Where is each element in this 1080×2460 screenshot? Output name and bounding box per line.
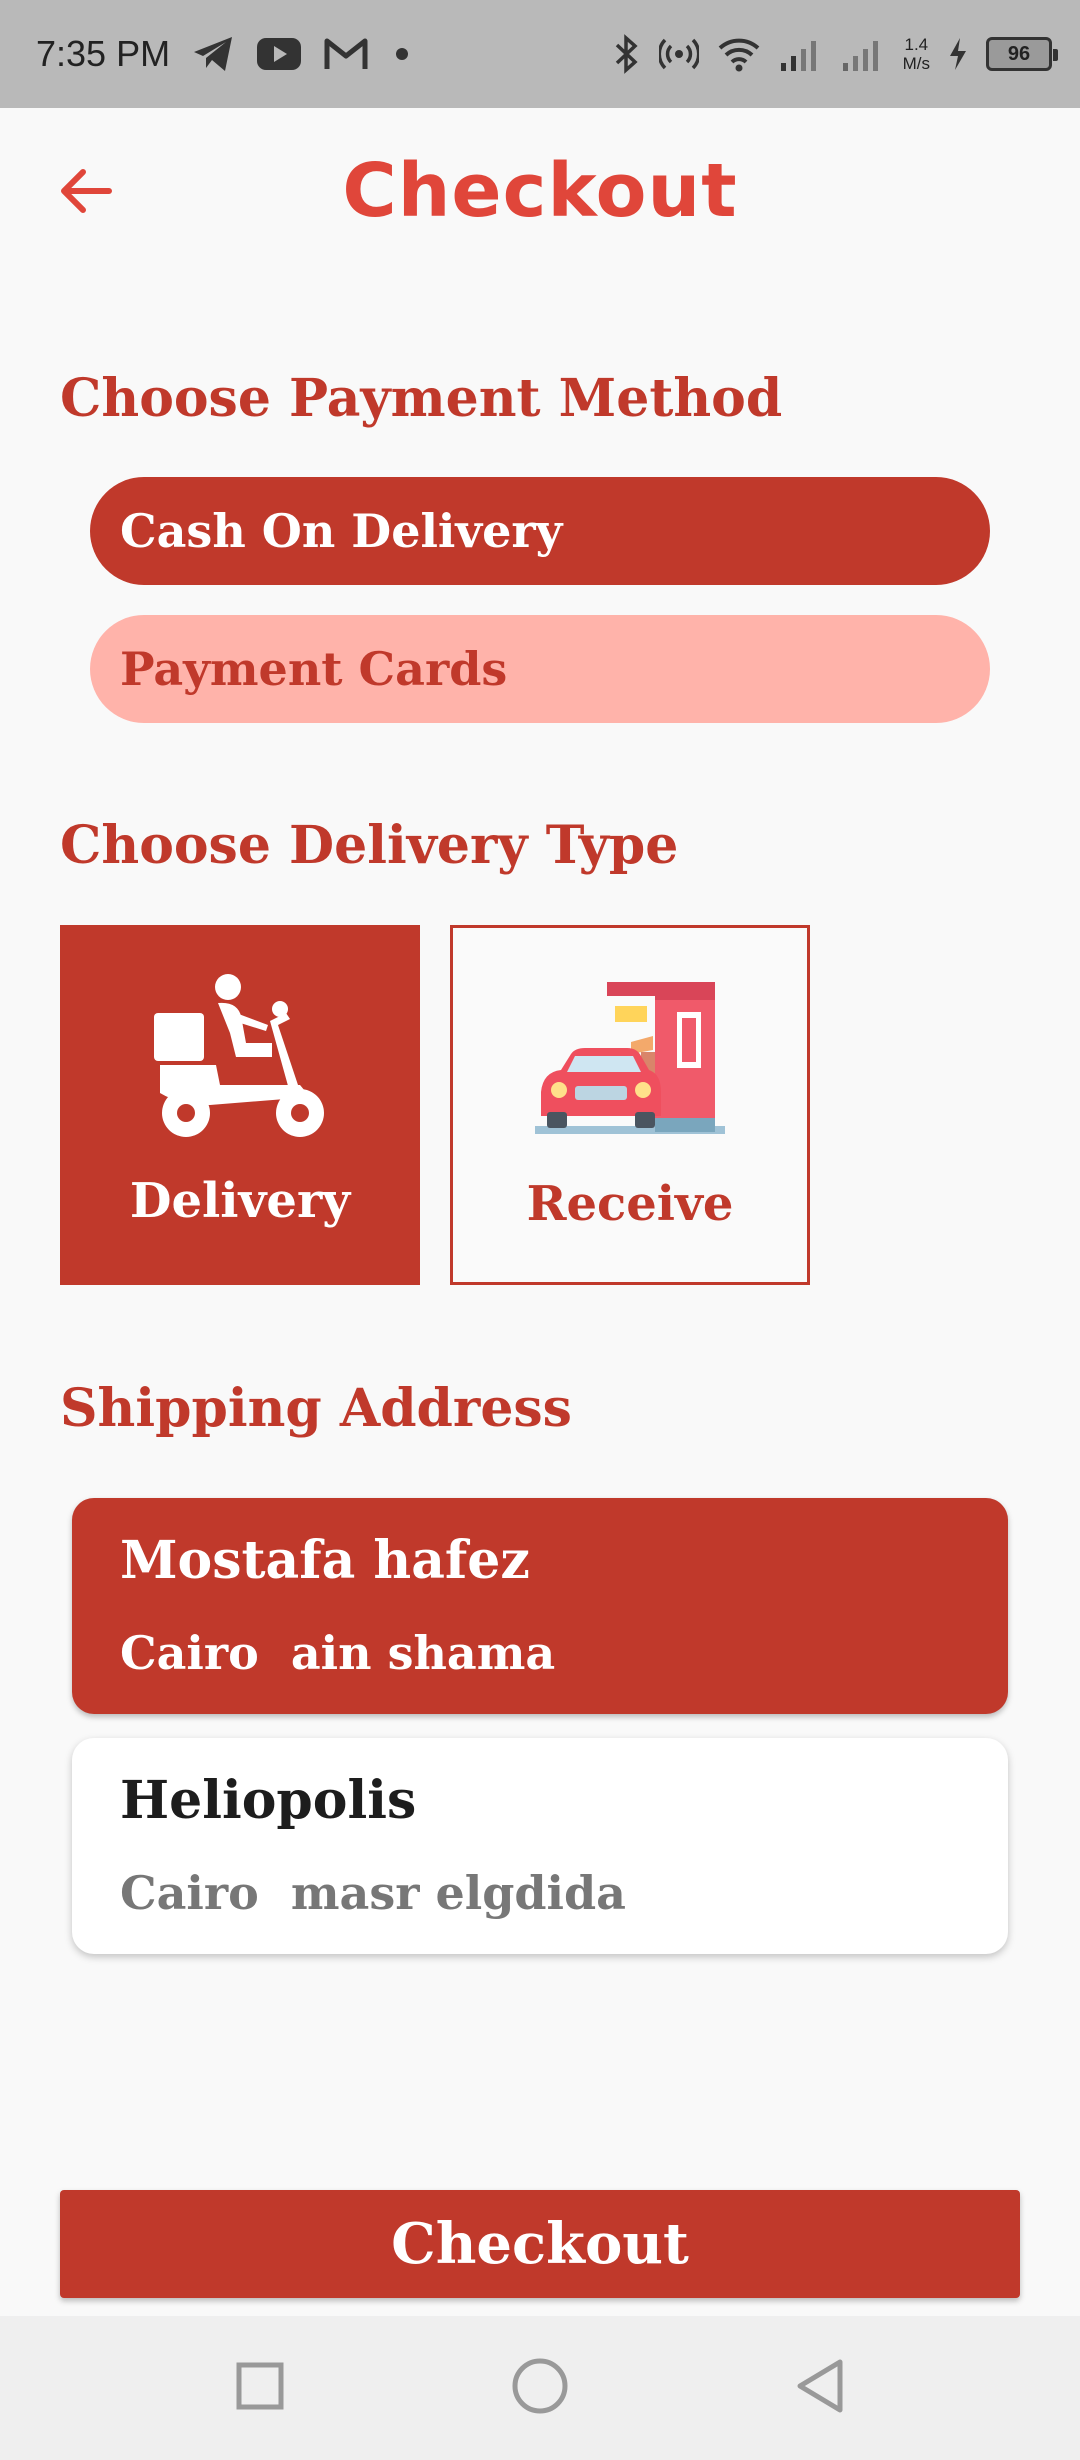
speed-unit: M/s [902,54,930,73]
gmail-icon [324,37,368,71]
battery-icon: 96 [986,37,1058,71]
address-line: Cairo ain shama [120,1626,556,1680]
speed-value: 1.4 [904,35,929,54]
status-left: 7:35 PM [36,33,414,75]
dot-icon [390,42,414,66]
network-speed: 1.4 M/s [903,35,930,73]
recent-apps-icon [235,2361,285,2415]
delivery-section-title: Choose Delivery Type [60,815,679,876]
address-name: Heliopolis [120,1770,417,1831]
checkout-button-label: Checkout [391,2211,689,2277]
status-time: 7:35 PM [36,33,171,74]
payment-option-cash-on-delivery[interactable]: Cash On Delivery [90,477,990,585]
back-icon [794,2358,846,2418]
status-bar: 7:35 PM 1.4 M/s 96 [0,0,1080,108]
home-button[interactable] [500,2348,580,2428]
payment-section-title: Choose Payment Method [60,368,783,429]
signal-icon [841,35,885,73]
nav-back-button[interactable] [780,2348,860,2428]
signal-icon [779,35,823,73]
home-icon [510,2356,570,2420]
battery-level: 96 [1007,42,1031,65]
bluetooth-icon [613,34,641,74]
address-card-heliopolis[interactable]: Heliopolis Cairo masr elgdida [72,1738,1008,1954]
payment-option-payment-cards[interactable]: Payment Cards [90,615,990,723]
delivery-option-label: Delivery [129,1173,351,1229]
header: Checkout [0,108,1080,278]
page-title: Checkout [342,148,738,234]
status-right: 1.4 M/s 96 [613,34,1058,74]
address-line: Cairo masr elgdida [120,1866,626,1920]
checkout-button[interactable]: Checkout [60,2190,1020,2298]
system-nav-bar [0,2316,1080,2460]
drive-through-icon [453,976,807,1136]
delivery-option-receive[interactable]: Receive [450,925,810,1285]
telegram-icon [192,35,234,73]
hotspot-icon [658,34,699,74]
address-card-mostafa-hafez[interactable]: Mostafa hafez Cairo ain shama [72,1498,1008,1714]
youtube-icon [256,37,302,71]
delivery-option-label: Receive [526,1176,734,1232]
address-name: Mostafa hafez [120,1530,530,1591]
delivery-option-delivery[interactable]: Delivery [60,925,420,1285]
recent-apps-button[interactable] [220,2348,300,2428]
shipping-section-title: Shipping Address [60,1378,572,1439]
charging-icon [948,37,968,71]
scooter-delivery-icon [60,973,420,1143]
payment-option-label: Cash On Delivery [120,504,563,558]
payment-option-label: Payment Cards [120,642,508,696]
wifi-icon [717,35,761,73]
